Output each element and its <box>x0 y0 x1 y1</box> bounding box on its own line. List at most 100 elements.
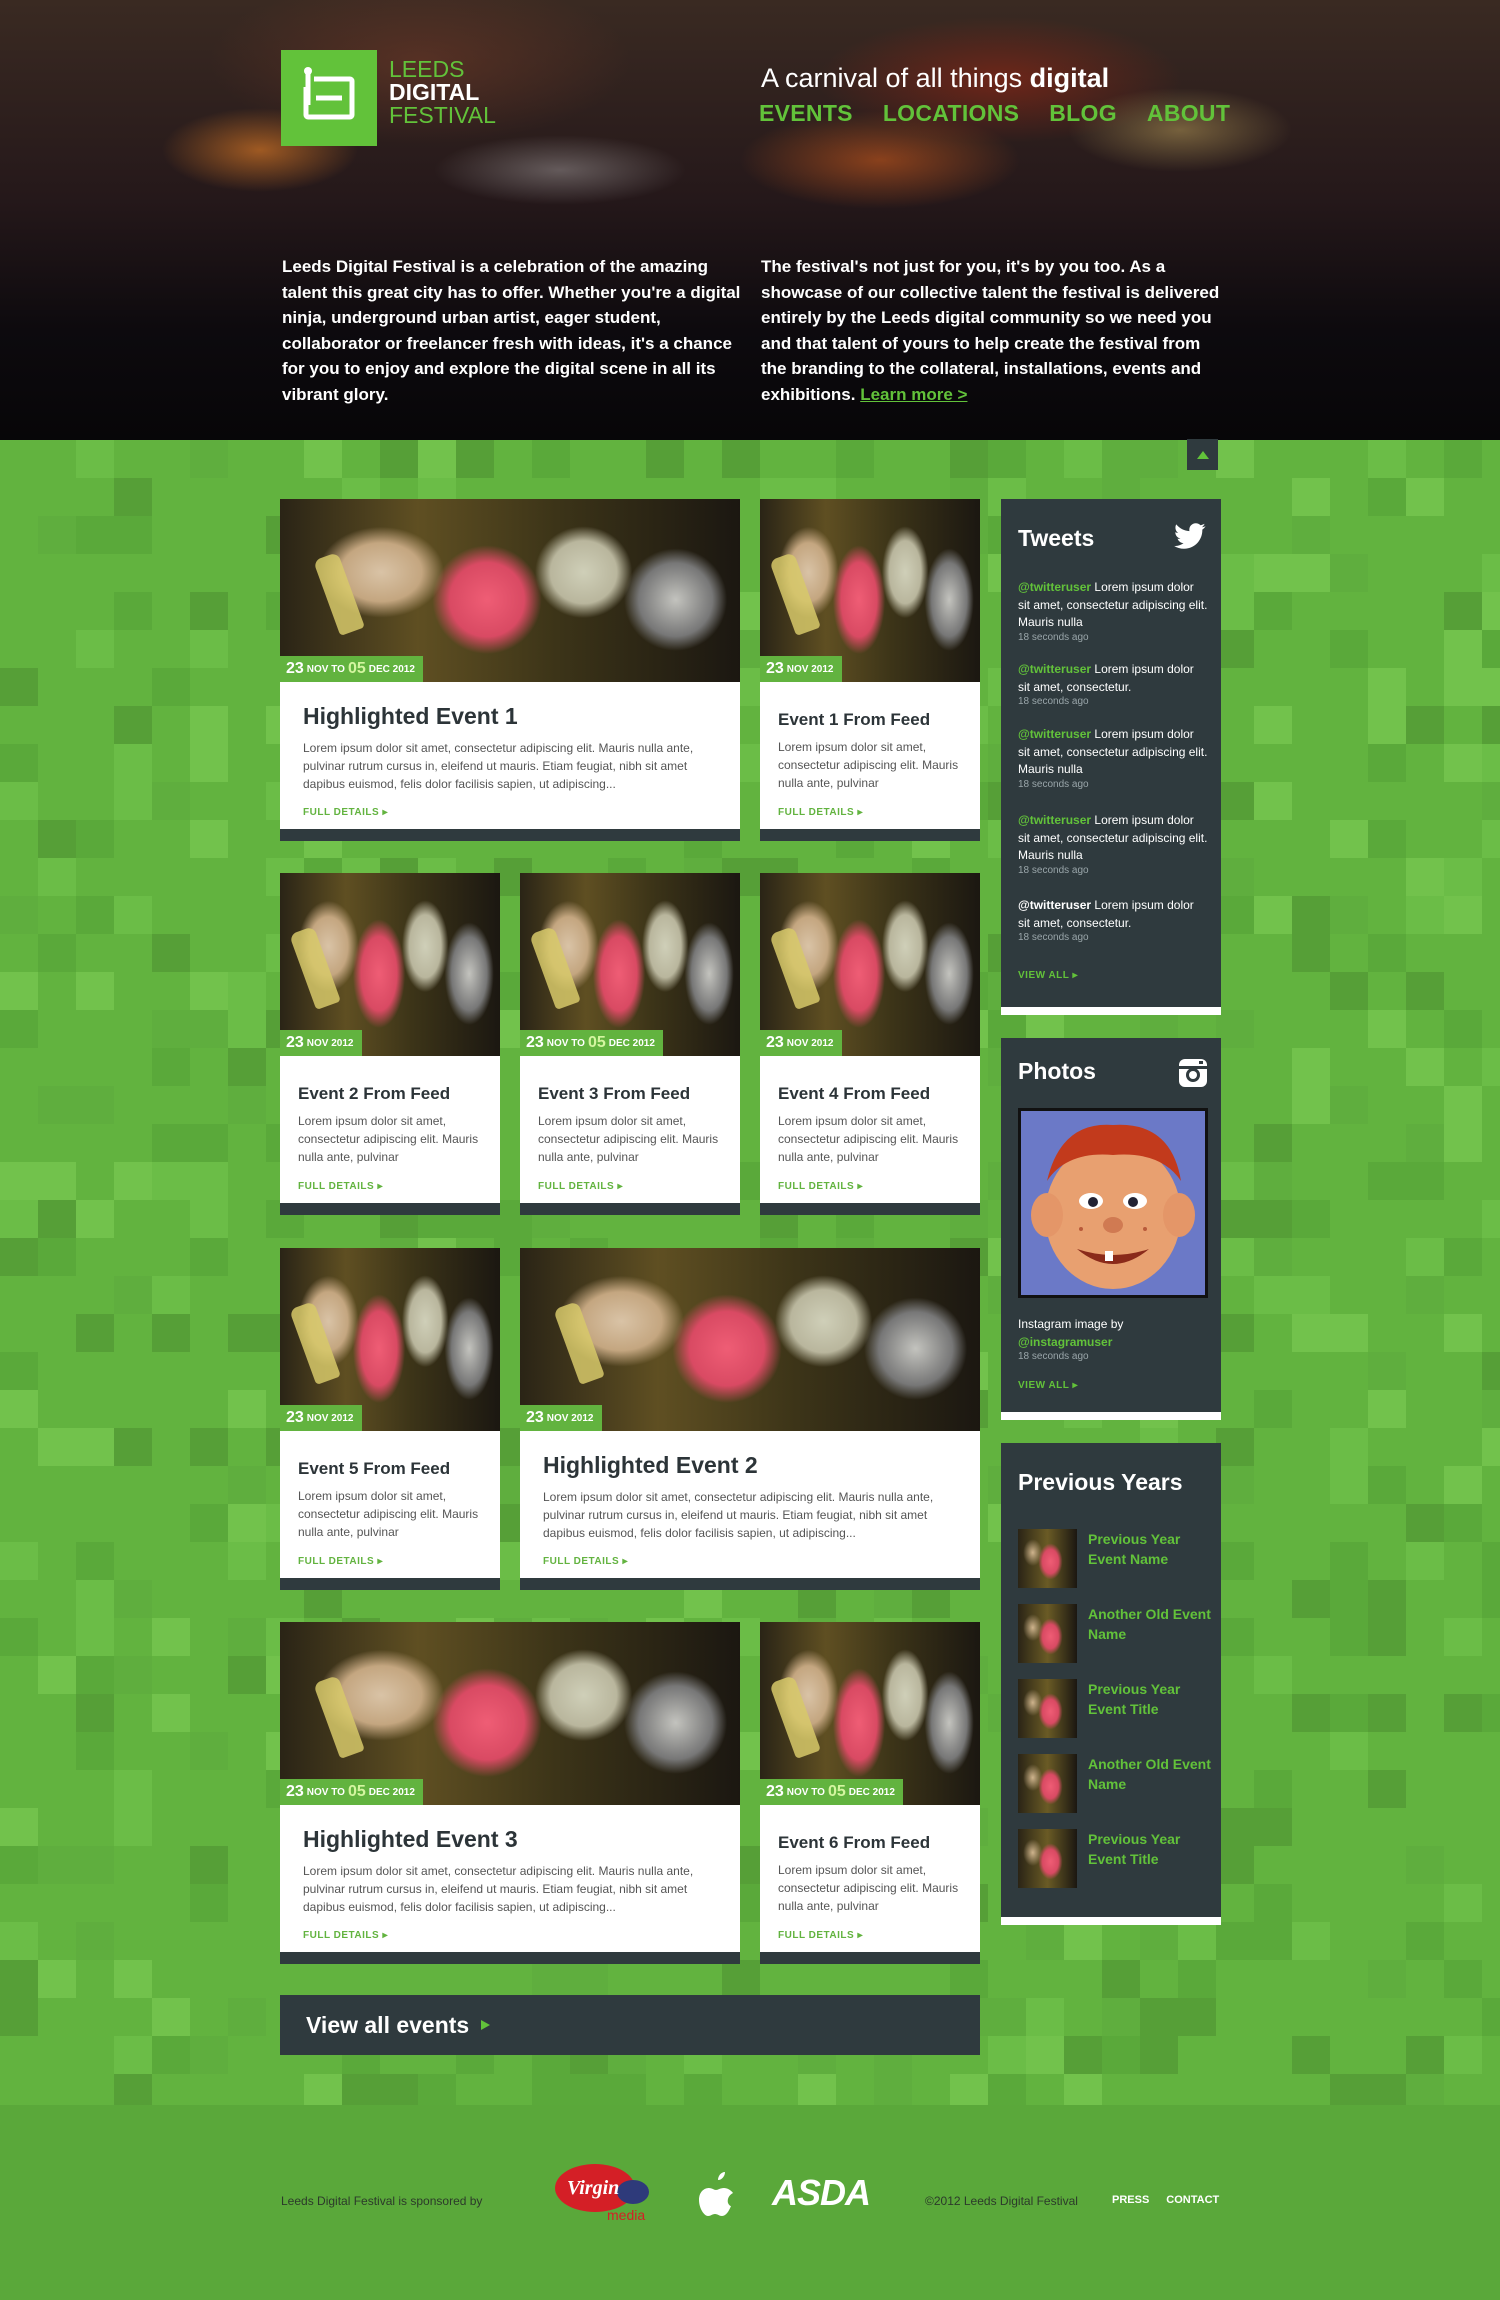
event-card[interactable]: 23 NOV 2012 Event 5 From Feed Lorem ipsum… <box>280 1248 500 1588</box>
event-title[interactable]: Event 2 From Feed <box>298 1084 450 1104</box>
event-card[interactable]: 23 NOV 2012 Highlighted Event 2 Lorem ips… <box>520 1248 980 1588</box>
event-description: Lorem ipsum dolor sit amet, consectetur … <box>303 1864 694 1914</box>
logo-icon[interactable] <box>281 50 377 146</box>
tweet-item: @twitteruser Lorem ipsum dolor sit amet,… <box>1018 579 1208 644</box>
full-details-link[interactable]: FULL DETAILS ▸ <box>303 1930 388 1941</box>
nav-blog[interactable]: BLOG <box>1049 100 1117 127</box>
event-description: Lorem ipsum dolor sit amet, consectetur … <box>298 1489 479 1539</box>
previous-year-label[interactable]: Another Old Event Name <box>1088 1754 1218 1794</box>
main-nav: EVENTS LOCATIONS BLOG ABOUT <box>759 100 1230 127</box>
event-date: 23 NOV 2012 <box>280 1030 362 1056</box>
tweet-time: 18 seconds ago <box>1018 864 1089 876</box>
logo-line-2: DIGITAL <box>389 79 480 105</box>
virgin-logo-subtext: media <box>607 2207 645 2223</box>
full-details-link[interactable]: FULL DETAILS ▸ <box>303 807 388 818</box>
nav-about[interactable]: ABOUT <box>1147 100 1230 127</box>
event-title[interactable]: Event 5 From Feed <box>298 1459 450 1479</box>
previous-year-item[interactable]: Previous Year Event Name <box>1018 1529 1218 1589</box>
previous-year-thumbnail <box>1018 1604 1077 1663</box>
nav-locations[interactable]: LOCATIONS <box>883 100 1019 127</box>
event-card[interactable]: 23 NOV TO 05 DEC 2012 Highlighted Event 3 … <box>280 1622 740 1962</box>
full-details-link[interactable]: FULL DETAILS ▸ <box>298 1181 383 1192</box>
previous-year-item[interactable]: Another Old Event Name <box>1018 1604 1218 1664</box>
full-details-link[interactable]: FULL DETAILS ▸ <box>538 1181 623 1192</box>
full-details-link[interactable]: FULL DETAILS ▸ <box>778 1930 863 1941</box>
event-card[interactable]: 23 NOV TO 05 DEC 2012 Event 6 From Feed Lo… <box>760 1622 980 1962</box>
event-title[interactable]: Event 6 From Feed <box>778 1833 930 1853</box>
nav-events[interactable]: EVENTS <box>759 100 853 127</box>
tagline: A carnival of all things digital <box>761 63 1109 94</box>
previous-year-item[interactable]: Previous Year Event Title <box>1018 1829 1218 1889</box>
event-photo <box>760 1622 980 1805</box>
event-description: Lorem ipsum dolor sit amet, consectetur … <box>303 741 694 791</box>
full-details-link[interactable]: FULL DETAILS ▸ <box>543 1556 628 1567</box>
previous-year-thumbnail <box>1018 1829 1077 1888</box>
event-title[interactable]: Highlighted Event 2 <box>543 1452 758 1479</box>
previous-year-item[interactable]: Previous Year Event Title <box>1018 1679 1218 1739</box>
photo-caption: Instagram image by @instagramuser 18 sec… <box>1018 1316 1208 1363</box>
event-photo <box>280 873 500 1056</box>
intro-right-text: The festival's not just for you, it's by… <box>761 257 1220 404</box>
event-date: 23 NOV 2012 <box>520 1405 602 1431</box>
event-description: Lorem ipsum dolor sit amet, consectetur … <box>543 1490 934 1540</box>
apple-logo[interactable] <box>695 2170 739 2220</box>
footer: Leeds Digital Festival is sponsored by V… <box>0 2105 1500 2300</box>
event-card[interactable]: 23 NOV 2012 Event 4 From Feed Lorem ipsum… <box>760 873 980 1213</box>
tweet-user[interactable]: @twitteruser <box>1018 662 1091 676</box>
event-title[interactable]: Event 4 From Feed <box>778 1084 930 1104</box>
previous-year-item[interactable]: Another Old Event Name <box>1018 1754 1218 1814</box>
twitter-icon[interactable] <box>1173 523 1207 551</box>
full-details-link[interactable]: FULL DETAILS ▸ <box>298 1556 383 1567</box>
photo-time: 18 seconds ago <box>1018 1351 1089 1362</box>
event-description: Lorem ipsum dolor sit amet, consectetur … <box>778 1114 959 1164</box>
previous-year-label[interactable]: Previous Year Event Name <box>1088 1529 1218 1569</box>
event-photo <box>520 1248 980 1431</box>
tweet-user[interactable]: @twitteruser <box>1018 813 1091 827</box>
event-card[interactable]: 23 NOV TO 05 DEC 2012 Highlighted Event 1 … <box>280 499 740 839</box>
learn-more-link[interactable]: Learn more > <box>860 385 967 404</box>
footer-press-link[interactable]: PRESS <box>1112 2194 1149 2206</box>
event-photo <box>760 499 980 682</box>
event-title[interactable]: Event 3 From Feed <box>538 1084 690 1104</box>
full-details-link[interactable]: FULL DETAILS ▸ <box>778 1181 863 1192</box>
instagram-user[interactable]: @instagramuser <box>1018 1335 1112 1349</box>
photos-view-all-link[interactable]: VIEW ALL ▸ <box>1018 1380 1078 1391</box>
previous-year-label[interactable]: Previous Year Event Title <box>1088 1829 1218 1869</box>
event-date: 23 NOV TO 05 DEC 2012 <box>280 1779 423 1805</box>
virgin-media-logo[interactable]: Virgin media <box>553 2160 655 2224</box>
event-description: Lorem ipsum dolor sit amet, consectetur … <box>538 1114 719 1164</box>
event-description: Lorem ipsum dolor sit amet, consectetur … <box>778 1863 959 1913</box>
full-details-link[interactable]: FULL DETAILS ▸ <box>778 807 863 818</box>
logo-wordmark[interactable]: LEEDS DIGITAL FESTIVAL <box>389 58 496 127</box>
previous-year-thumbnail <box>1018 1754 1077 1813</box>
event-title[interactable]: Event 1 From Feed <box>778 710 930 730</box>
previous-year-label[interactable]: Previous Year Event Title <box>1088 1679 1218 1719</box>
event-date: 23 NOV TO 05 DEC 2012 <box>760 1779 903 1805</box>
asda-logo[interactable]: ASDA <box>772 2172 871 2214</box>
instagram-photo[interactable] <box>1018 1108 1208 1298</box>
event-card[interactable]: 23 NOV TO 05 DEC 2012 Event 3 From Feed Lo… <box>520 873 740 1213</box>
event-card[interactable]: 23 NOV 2012 Event 1 From Feed Lorem ipsum… <box>760 499 980 839</box>
tweet-time: 18 seconds ago <box>1018 696 1089 707</box>
event-photo <box>280 499 740 682</box>
copyright-text: ©2012 Leeds Digital Festival <box>925 2194 1078 2208</box>
event-photo <box>760 873 980 1056</box>
event-title[interactable]: Highlighted Event 3 <box>303 1826 518 1853</box>
tweet-user[interactable]: @twitteruser <box>1018 580 1091 594</box>
event-description: Lorem ipsum dolor sit amet, consectetur … <box>298 1114 479 1164</box>
view-all-events-button[interactable]: View all events <box>280 1995 980 2055</box>
instagram-icon[interactable] <box>1178 1058 1208 1088</box>
arrow-right-icon <box>481 2020 491 2030</box>
tweet-user[interactable]: @twitteruser <box>1018 898 1091 912</box>
footer-contact-link[interactable]: CONTACT <box>1166 2194 1219 2206</box>
tweet-user[interactable]: @twitteruser <box>1018 727 1091 741</box>
event-title[interactable]: Highlighted Event 1 <box>303 703 518 730</box>
tweet-item: @twitteruser Lorem ipsum dolor sit amet,… <box>1018 726 1208 791</box>
virgin-logo-text: Virgin <box>567 2177 619 2199</box>
event-photo <box>520 873 740 1056</box>
tweets-view-all-link[interactable]: VIEW ALL ▸ <box>1018 970 1078 981</box>
scroll-up-button[interactable] <box>1187 439 1218 470</box>
tweet-item: @twitteruser Lorem ipsum dolor sit amet,… <box>1018 812 1208 877</box>
event-card[interactable]: 23 NOV 2012 Event 2 From Feed Lorem ipsum… <box>280 873 500 1213</box>
previous-year-label[interactable]: Another Old Event Name <box>1088 1604 1218 1644</box>
